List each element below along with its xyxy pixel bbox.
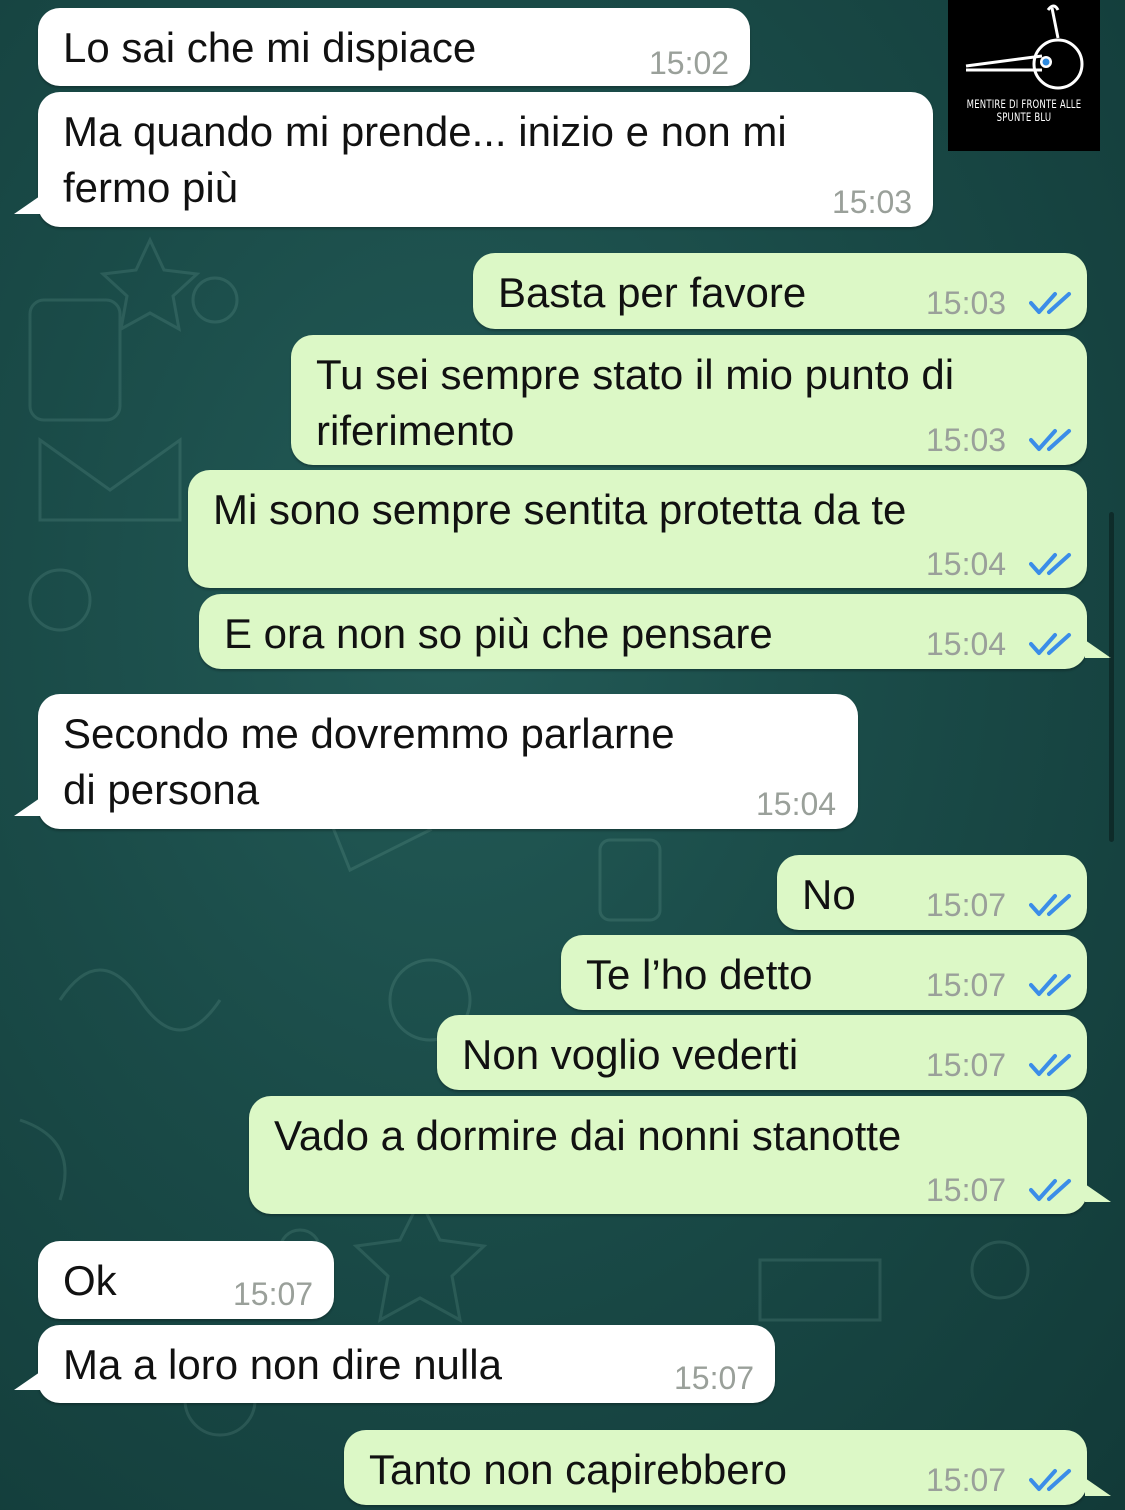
message-text: Mi sono sempre sentita protetta da te [213, 486, 907, 533]
message-text: Te l’ho detto [586, 951, 813, 998]
message-text: Basta per favore [498, 269, 807, 316]
message-time: 15:04 [926, 626, 1007, 662]
message-bubble-incoming[interactable]: Lo sai che mi dispiace 15:02 [38, 8, 750, 86]
read-receipt-icon [1029, 1469, 1071, 1491]
message-bubble-incoming[interactable]: Ok 15:07 [38, 1241, 334, 1319]
read-receipt-icon [1029, 292, 1071, 314]
read-receipt-icon [1029, 1054, 1071, 1076]
read-receipt-icon [1029, 1179, 1071, 1201]
bubble-tail [14, 1372, 40, 1390]
message-bubble-outgoing[interactable]: E ora non so più che pensare 15:04 [199, 594, 1087, 669]
message-time: 15:04 [926, 546, 1007, 582]
message-time: 15:07 [926, 1462, 1007, 1498]
message-bubble-outgoing[interactable]: Tanto non capirebbero 15:07 [344, 1430, 1087, 1505]
message-text: Tu sei sempre stato il mio punto di rife… [316, 351, 955, 454]
pinocchio-nose-icon [965, 4, 1084, 90]
message-text: E ora non so più che pensare [224, 610, 773, 657]
bubble-tail [14, 798, 40, 816]
message-bubble-outgoing[interactable]: No 15:07 [777, 855, 1087, 930]
message-bubble-outgoing[interactable]: Vado a dormire dai nonni stanotte 15:07 [249, 1096, 1087, 1214]
message-bubble-outgoing[interactable]: Basta per favore 15:03 [473, 253, 1087, 329]
message-bubble-outgoing[interactable]: Tu sei sempre stato il mio punto di rife… [291, 335, 1087, 465]
message-time: 15:03 [926, 285, 1007, 321]
message-time: 15:07 [926, 887, 1007, 923]
message-text: Ok [63, 1257, 117, 1304]
message-text: Lo sai che mi dispiace [63, 24, 477, 71]
read-receipt-icon [1029, 633, 1071, 655]
message-time: 15:03 [832, 184, 913, 220]
bubble-tail [14, 196, 40, 214]
message-time: 15:04 [756, 786, 837, 822]
read-receipt-icon [1029, 429, 1071, 451]
bubble-tail [1085, 640, 1111, 658]
message-text: Tanto non capirebbero [369, 1446, 787, 1493]
watermark-caption: MENTIRE DI FRONTE ALLE SPUNTE BLU [966, 99, 1082, 125]
read-receipt-icon [1029, 553, 1071, 575]
message-text: No [802, 871, 856, 918]
watermark-logo: MENTIRE DI FRONTE ALLE SPUNTE BLU [948, 0, 1100, 151]
message-bubble-incoming[interactable]: Secondo me dovremmo parlarne di persona … [38, 694, 858, 829]
message-text: Ma a loro non dire nulla [63, 1341, 502, 1388]
bubble-tail [1085, 1184, 1111, 1202]
message-text: Vado a dormire dai nonni stanotte [274, 1112, 902, 1159]
message-text: Non voglio vederti [462, 1031, 799, 1078]
read-receipt-icon [1029, 894, 1071, 916]
message-bubble-incoming[interactable]: Ma quando mi prende... inizio e non mi f… [38, 92, 933, 227]
read-receipt-icon [1029, 974, 1071, 996]
message-bubble-outgoing[interactable]: Non voglio vederti 15:07 [437, 1015, 1087, 1090]
message-text: Secondo me dovremmo parlarne di persona [63, 710, 675, 813]
message-bubble-incoming[interactable]: Ma a loro non dire nulla 15:07 [38, 1325, 775, 1403]
message-bubble-outgoing[interactable]: Mi sono sempre sentita protetta da te 15… [188, 470, 1087, 588]
message-time: 15:07 [926, 1047, 1007, 1083]
scrollbar[interactable] [1109, 512, 1114, 842]
message-time: 15:07 [926, 1172, 1007, 1208]
message-time: 15:07 [926, 967, 1007, 1003]
message-time: 15:03 [926, 422, 1007, 458]
message-time: 15:07 [233, 1276, 314, 1312]
message-bubble-outgoing[interactable]: Te l’ho detto 15:07 [561, 935, 1087, 1010]
message-text: Ma quando mi prende... inizio e non mi f… [63, 108, 787, 211]
message-time: 15:07 [674, 1360, 755, 1396]
message-time: 15:02 [649, 45, 730, 81]
bubble-tail [1085, 1478, 1111, 1496]
